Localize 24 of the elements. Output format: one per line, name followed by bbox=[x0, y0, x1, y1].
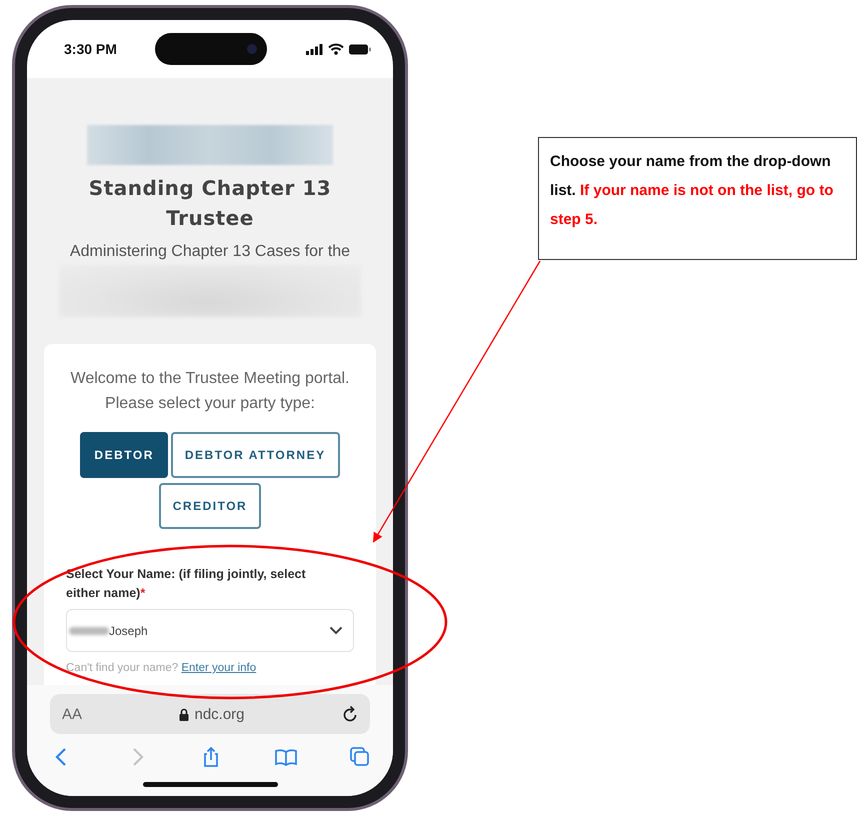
party-type-button[interactable]: DEBTOR ATTORNEY bbox=[170, 432, 340, 478]
party-type-button[interactable]: CREDITOR bbox=[158, 483, 262, 529]
dropdown-value: Joseph bbox=[109, 624, 149, 638]
help-text: Can't find your name? Enter your info bbox=[66, 662, 258, 674]
blurred-name bbox=[69, 626, 109, 634]
address-bar[interactable]: AA ndc.org bbox=[50, 694, 370, 734]
enter-info-link[interactable]: Enter your info bbox=[181, 662, 256, 674]
status-time: 3:30 PM bbox=[64, 41, 117, 57]
battery-icon bbox=[348, 44, 371, 54]
wifi-icon bbox=[328, 43, 344, 55]
welcome-text: Welcome to the Trustee Meeting portal. Please select your party type: bbox=[70, 369, 350, 414]
signal-icon bbox=[306, 44, 323, 54]
reload-icon[interactable] bbox=[342, 705, 358, 723]
camera-icon bbox=[247, 44, 258, 54]
text-size-button[interactable]: AA bbox=[62, 706, 82, 722]
url-text: ndc.org bbox=[194, 706, 245, 722]
party-type-button[interactable]: DEBTOR bbox=[80, 432, 168, 478]
site-subtitle: Administering Chapter 13 Cases for the bbox=[70, 243, 350, 261]
site-title: Standing Chapter 13 Trustee bbox=[88, 175, 332, 232]
tabs-button[interactable] bbox=[349, 746, 371, 768]
chevron-down-icon bbox=[329, 626, 343, 635]
lock-icon bbox=[179, 708, 190, 720]
name-dropdown[interactable]: Joseph bbox=[66, 609, 354, 652]
instruction-callout: Choose your name from the drop-down list. If your name is not on the list, go to step 5. bbox=[538, 137, 857, 260]
